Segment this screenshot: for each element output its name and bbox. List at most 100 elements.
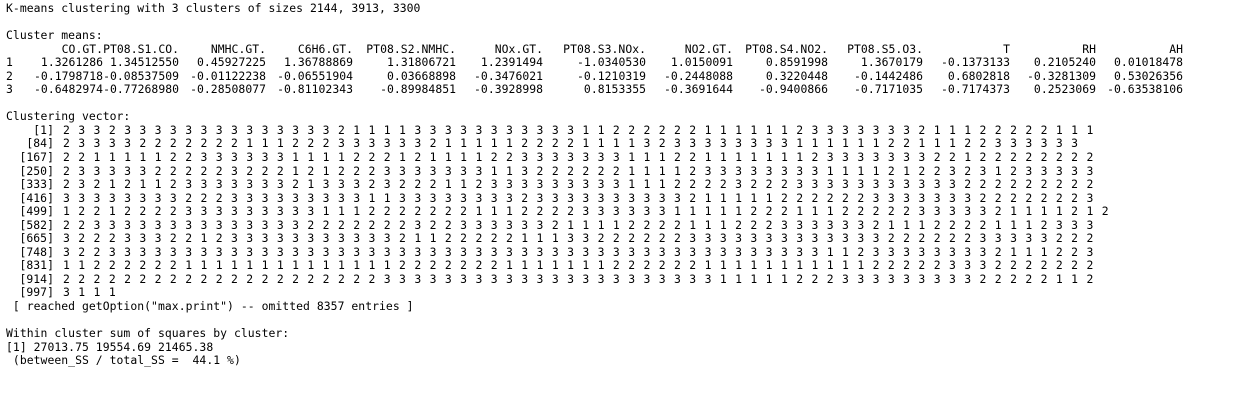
vector-values: 2 2 3 3 3 3 3 3 3 3 3 3 3 3 3 3 2 2 2 2 … xyxy=(63,217,1095,232)
vector-row: [250] 2 3 3 3 3 3 2 2 2 2 2 3 2 2 2 1 2 1… xyxy=(6,163,1256,179)
vector-row: [748] 3 2 2 3 3 3 3 3 3 3 3 3 3 3 3 3 3 3… xyxy=(6,244,1256,260)
mean-cell: 1.0150091 xyxy=(670,55,734,70)
vector-row: [665] 3 2 2 2 3 3 3 2 2 1 2 3 3 3 3 3 3 3… xyxy=(6,232,1256,246)
mean-cell: 0.8591998 xyxy=(765,55,829,70)
mean-cell: 0.2105240 xyxy=(1033,55,1097,70)
vector-row: [416] 3 3 3 3 3 3 3 3 2 2 2 3 3 3 3 3 3 3… xyxy=(6,190,1256,206)
mean-cell: 1.3261286 xyxy=(40,55,104,70)
mean-cell: -0.3691644 xyxy=(664,82,734,97)
vector-index: [665] xyxy=(19,231,54,246)
column-header: PT08.S4.NO2. xyxy=(745,41,829,56)
vector-values: 2 3 3 3 3 3 2 2 2 2 2 3 2 2 2 1 2 1 2 2 … xyxy=(63,163,1095,178)
mean-cell: 0.8153355 xyxy=(583,82,647,97)
vector-index: [997] xyxy=(19,285,54,300)
vector-index: [1] xyxy=(33,122,54,137)
vector-values: 2 3 3 3 3 2 2 2 2 2 2 2 1 1 1 2 2 2 3 3 … xyxy=(63,136,1079,151)
mean-cell: 1.31806721 xyxy=(387,55,457,70)
mean-cell: -0.2448088 xyxy=(664,68,734,83)
column-header: C6H6.GT. xyxy=(297,41,354,56)
cluster-means-row: 1 1.3261286 1.34512550 0.45927225 1.3678… xyxy=(6,56,1183,70)
vector-values: 1 1 2 2 2 2 2 2 1 1 1 1 1 1 1 1 1 1 1 1 … xyxy=(63,258,1095,273)
clustering-vector-label: Clustering vector: xyxy=(6,109,131,124)
mean-cell: -0.1442486 xyxy=(854,68,924,83)
mean-cell: -0.3928998 xyxy=(474,82,544,97)
cluster-means-row: 2 -0.1798718 -0.08537509 -0.01122238 -0.… xyxy=(6,68,1184,84)
mean-cell: -0.28508077 xyxy=(190,82,267,97)
mean-cell: -0.3281309 xyxy=(1027,68,1097,83)
mean-cell: 1.3670179 xyxy=(860,55,924,70)
column-header: NO2.GT. xyxy=(684,41,734,56)
cluster-means-label: Cluster means: xyxy=(6,28,103,43)
vector-index: [831] xyxy=(19,258,54,273)
column-header: AH xyxy=(1169,41,1184,56)
vector-row: [914] 2 2 2 2 2 2 2 2 2 2 2 2 2 2 2 2 2 2… xyxy=(6,271,1256,287)
mean-cell: -0.77268980 xyxy=(103,82,180,97)
mean-cell: -0.01122238 xyxy=(190,68,267,83)
mean-cell: -0.6482974 xyxy=(34,82,104,97)
mean-cell: 0.3220448 xyxy=(765,68,829,83)
cluster-row-name: 1 xyxy=(6,55,13,70)
vector-row: [831] 1 1 2 2 2 2 2 2 1 1 1 1 1 1 1 1 1 1… xyxy=(6,259,1256,273)
mean-cell: -0.7174373 xyxy=(941,82,1011,97)
cluster-means-table: CO.GT. PT08.S1.CO. NMHC.GT. C6H6.GT. PT0… xyxy=(6,41,1184,97)
vector-index: [167] xyxy=(19,150,54,165)
row-name-header xyxy=(6,43,34,57)
cluster-row-name: 3 xyxy=(6,82,13,97)
column-header: CO.GT. xyxy=(61,41,104,56)
column-header: PT08.S2.NMHC. xyxy=(366,41,457,56)
mean-cell: -0.7171035 xyxy=(854,82,924,97)
vector-row: [167] 2 2 1 1 1 1 1 2 2 3 3 3 3 3 3 1 1 1… xyxy=(6,150,1256,165)
column-header: RH xyxy=(1082,41,1097,56)
mean-cell: -0.1210319 xyxy=(577,68,647,83)
r-console-output[interactable]: K-means clustering with 3 clusters of si… xyxy=(6,2,1256,405)
vector-index: [416] xyxy=(19,190,54,205)
vector-index: [748] xyxy=(19,244,54,259)
between-total-ratio: (between_SS / total_SS = 44.1 %) xyxy=(6,353,241,368)
vector-row: [333] 2 3 2 1 2 1 1 2 3 3 3 3 3 3 3 2 1 3… xyxy=(6,178,1256,192)
column-header: PT08.S1.CO. xyxy=(103,41,180,56)
vector-index: [499] xyxy=(19,204,54,219)
column-header: NOx.GT. xyxy=(494,41,544,56)
kmeans-header: K-means clustering with 3 clusters of si… xyxy=(6,2,421,15)
mean-cell: 1.36788869 xyxy=(284,55,354,70)
mean-cell: -1.0340530 xyxy=(577,55,647,70)
vector-values: 1 2 2 1 2 2 2 2 3 3 3 3 3 3 3 3 3 1 1 1 … xyxy=(63,204,1110,219)
vector-values: 2 2 2 2 2 2 2 2 2 2 2 2 2 2 2 2 2 2 2 2 … xyxy=(63,271,1095,286)
column-header: PT08.S3.NOx. xyxy=(563,41,647,56)
within-ss-values: [1] 27013.75 19554.69 21465.38 xyxy=(6,339,214,354)
mean-cell: 0.53026356 xyxy=(1114,68,1184,83)
vector-row: [582] 2 2 3 3 3 3 3 3 3 3 3 3 3 3 3 3 2 2… xyxy=(6,217,1256,233)
max-print-notice: [ reached getOption("max.print") -- omit… xyxy=(6,299,414,314)
cluster-row-name: 2 xyxy=(6,68,13,83)
mean-cell: -0.06551904 xyxy=(277,68,354,83)
cluster-means-row: 3 -0.6482974 -0.77268980 -0.28508077 -0.… xyxy=(6,83,1183,97)
mean-cell: 1.2391494 xyxy=(480,55,544,70)
vector-row: [1] 2 3 3 2 3 3 3 3 3 3 3 3 3 3 3 3 3 3 2… xyxy=(6,122,1256,138)
clustering-vector: [1] 2 3 3 2 3 3 3 3 3 3 3 3 3 3 3 3 3 3 2… xyxy=(6,122,1256,300)
mean-cell: 0.6802818 xyxy=(947,68,1011,83)
vector-row: [499] 1 2 2 1 2 2 2 2 3 3 3 3 3 3 3 3 3 1… xyxy=(6,205,1256,219)
mean-cell: -0.08537509 xyxy=(103,68,180,83)
vector-values: 3 1 1 1 xyxy=(63,285,117,300)
mean-cell: -0.63538106 xyxy=(1107,82,1184,97)
cluster-means-header-row: CO.GT. PT08.S1.CO. NMHC.GT. C6H6.GT. PT0… xyxy=(6,41,1184,57)
mean-cell: -0.1798718 xyxy=(34,68,104,83)
column-header: T xyxy=(1003,41,1011,56)
vector-index: [914] xyxy=(19,271,54,286)
mean-cell: -0.81102343 xyxy=(277,82,354,97)
vector-values: 3 2 2 2 3 3 3 2 2 1 2 3 3 3 3 3 3 3 3 3 … xyxy=(63,231,1095,246)
mean-cell: -0.3476021 xyxy=(474,68,544,83)
mean-cell: -0.89984851 xyxy=(380,82,457,97)
mean-cell: 1.34512550 xyxy=(110,55,180,70)
vector-index: [333] xyxy=(19,177,54,192)
vector-row: [84] 2 3 3 3 3 2 2 2 2 2 2 2 1 1 1 2 2 2 … xyxy=(6,137,1256,151)
vector-index: [582] xyxy=(19,217,54,232)
mean-cell: 0.45927225 xyxy=(197,55,267,70)
vector-values: 3 3 3 3 3 3 3 3 2 2 2 3 3 3 3 3 3 3 3 3 … xyxy=(63,190,1095,205)
mean-cell: -0.9400866 xyxy=(759,82,829,97)
within-ss-label: Within cluster sum of squares by cluster… xyxy=(6,326,290,341)
column-header: NMHC.GT. xyxy=(210,41,267,56)
